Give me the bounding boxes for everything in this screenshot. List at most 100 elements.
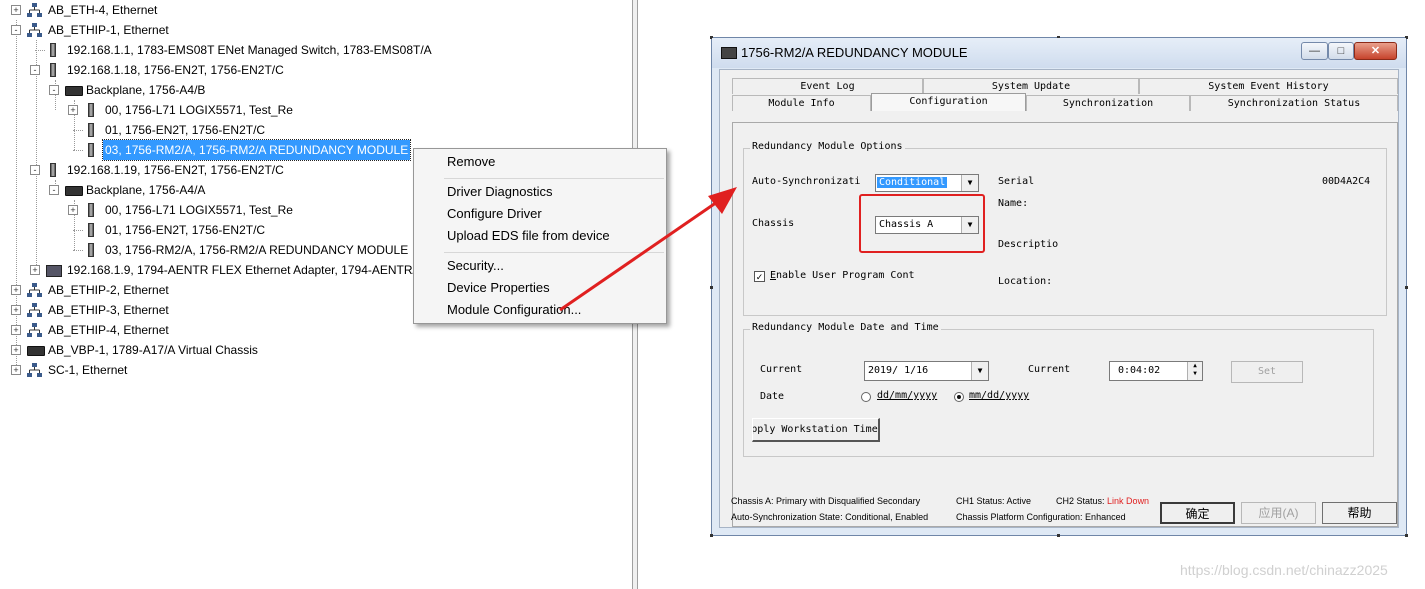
tab-configuration[interactable]: Configuration <box>871 93 1026 111</box>
tree-item[interactable]: 192.168.1.1, 1783-EMS08T ENet Managed Sw… <box>0 40 630 60</box>
tree-guide <box>35 50 45 51</box>
tab-event-log[interactable]: Event Log <box>732 78 923 94</box>
expand-icon[interactable]: + <box>11 305 21 315</box>
current-time-value: 0:04:02 <box>1118 365 1161 376</box>
help-button[interactable]: 帮助 <box>1322 502 1397 524</box>
tab-synchronization[interactable]: Synchronization <box>1026 95 1190 111</box>
tree-item-label: SC-1, Ethernet <box>48 363 128 377</box>
tree-item[interactable]: 01, 1756-EN2T, 1756-EN2T/C <box>0 120 630 140</box>
backplane-chassis-icon <box>27 346 45 356</box>
tree-item-label: 01, 1756-EN2T, 1756-EN2T/C <box>105 123 266 137</box>
tree-item-label: AB_ETHIP-1, Ethernet <box>48 23 169 37</box>
platform-config: Chassis Platform Configuration: Enhanced <box>956 512 1126 522</box>
close-button[interactable]: ✕ <box>1354 42 1397 60</box>
apply-button[interactable]: 应用(A) <box>1241 502 1316 524</box>
expand-icon[interactable]: + <box>11 365 21 375</box>
tree-item[interactable]: +00, 1756-L71 LOGIX5571, Test_Re <box>0 100 630 120</box>
collapse-icon[interactable]: - <box>49 85 59 95</box>
expand-icon[interactable]: + <box>11 5 21 15</box>
ethernet-network-icon <box>27 363 42 383</box>
watermark: https://blog.csdn.net/chinazz2025 <box>1180 562 1388 578</box>
ok-button[interactable]: 确定 <box>1160 502 1235 524</box>
chevron-down-icon[interactable]: ▼ <box>971 362 988 380</box>
serial-value: 00D4A2C4 <box>1322 176 1371 187</box>
dialog-titlebar[interactable]: 1756-RM2/A REDUNDANCY MODULE — □ ✕ <box>712 38 1406 68</box>
date-time-group: Redundancy Module Date and Time Current … <box>743 322 1374 457</box>
tree-item-label: 192.168.1.19, 1756-EN2T, 1756-EN2T/C <box>67 163 284 177</box>
menu-separator <box>444 178 664 179</box>
expand-icon[interactable]: + <box>11 325 21 335</box>
menu-item-upload-eds[interactable]: Upload EDS file from device <box>447 225 610 247</box>
auto-sync-select[interactable]: Conditional ▼ <box>875 174 979 192</box>
maximize-button[interactable]: □ <box>1328 42 1354 60</box>
module-device-icon <box>88 143 94 157</box>
adapter-icon <box>46 265 62 277</box>
spinner-arrows-icon[interactable]: ▲ ▼ <box>1187 362 1202 380</box>
description-label: Descriptio <box>998 239 1059 250</box>
backplane-chassis-icon <box>65 86 83 96</box>
menu-item-security[interactable]: Security... <box>447 255 504 277</box>
tab-synchronization-status[interactable]: Synchronization Status <box>1190 95 1398 111</box>
redundancy-module-dialog: 1756-RM2/A REDUNDANCY MODULE — □ ✕ Event… <box>710 36 1408 537</box>
expand-icon[interactable]: + <box>11 285 21 295</box>
close-icon: ✕ <box>1370 45 1381 57</box>
tree-item-label: AB_ETHIP-2, Ethernet <box>48 283 169 297</box>
menu-item-configure-driver[interactable]: Configure Driver <box>447 203 542 225</box>
tree-item-label: AB_ETHIP-3, Ethernet <box>48 303 169 317</box>
tree-item[interactable]: + AB_ETH-4, Ethernet <box>0 0 630 20</box>
menu-item-remove[interactable]: Remove <box>447 151 495 173</box>
tab-system-event-history[interactable]: System Event History <box>1139 78 1398 94</box>
tree-item[interactable]: - AB_ETHIP-1, Ethernet <box>0 20 630 40</box>
tree-item-label: 192.168.1.18, 1756-EN2T, 1756-EN2T/C <box>67 63 284 77</box>
ch2-status-label: CH2 Status: <box>1056 496 1105 506</box>
auto-sync-label: Auto-Synchronizati <box>752 176 861 187</box>
tree-item-label: 03, 1756-RM2/A, 1756-RM2/A REDUNDANCY MO… <box>105 243 409 257</box>
tree-item[interactable]: + SC-1, Ethernet <box>0 360 630 380</box>
current-date-picker[interactable]: 2019/ 1/16 ▼ <box>864 361 989 381</box>
tab-system-update[interactable]: System Update <box>923 78 1139 94</box>
tree-item-label: 192.168.1.9, 1794-AENTR FLEX Ethernet Ad… <box>67 263 424 277</box>
minimize-button[interactable]: — <box>1301 42 1328 60</box>
set-button[interactable]: Set <box>1231 361 1303 383</box>
tab-module-info[interactable]: Module Info <box>732 95 871 111</box>
tree-guide <box>73 150 83 151</box>
chevron-down-icon[interactable]: ▼ <box>961 175 978 191</box>
ch1-status: CH1 Status: Active <box>956 496 1032 506</box>
enable-user-program-checkbox[interactable]: ✓ <box>754 271 765 282</box>
menu-item-driver-diagnostics[interactable]: Driver Diagnostics <box>447 181 552 203</box>
module-device-icon <box>88 243 94 257</box>
name-label: Name: <box>998 198 1029 209</box>
apply-workstation-time-button[interactable]: Apply Workstation Time <box>752 418 880 442</box>
tree-item[interactable]: - 192.168.1.18, 1756-EN2T, 1756-EN2T/C <box>0 60 630 80</box>
tree-item-label: 03, 1756-RM2/A, 1756-RM2/A REDUNDANCY MO… <box>101 139 412 161</box>
expand-icon[interactable]: + <box>68 105 78 115</box>
tree-item-label: AB_ETH-4, Ethernet <box>48 3 158 17</box>
date-format-dd-radio[interactable] <box>861 392 871 402</box>
expand-icon[interactable]: + <box>68 205 78 215</box>
menu-item-module-configuration[interactable]: Module Configuration... <box>447 299 581 321</box>
collapse-icon[interactable]: - <box>49 185 59 195</box>
collapse-icon[interactable]: - <box>11 25 21 35</box>
date-format-label: Date <box>760 391 785 402</box>
group-title: Redundancy Module Date and Time <box>750 322 941 333</box>
location-label: Location: <box>998 276 1053 287</box>
dialog-body: Event Log System Update System Event His… <box>719 69 1399 528</box>
module-device-icon <box>88 103 94 117</box>
collapse-icon[interactable]: - <box>30 165 40 175</box>
expand-icon[interactable]: + <box>30 265 40 275</box>
apply-workstation-time-label: Apply Workstation Time <box>752 424 878 435</box>
collapse-icon[interactable]: - <box>30 65 40 75</box>
ch2-status-value: Link Down <box>1107 496 1150 506</box>
tree-item-label: 01, 1756-EN2T, 1756-EN2T/C <box>105 223 266 237</box>
current-time-spinner[interactable]: 0:04:02 ▲ ▼ <box>1109 361 1203 381</box>
tree-item[interactable]: - Backplane, 1756-A4/B <box>0 80 630 100</box>
highlight-box <box>859 194 985 253</box>
tree-item-label: AB_VBP-1, 1789-A17/A Virtual Chassis <box>48 343 258 357</box>
current-date-label: Current <box>760 364 803 375</box>
tree-item[interactable]: + AB_VBP-1, 1789-A17/A Virtual Chassis <box>0 340 630 360</box>
menu-item-device-properties[interactable]: Device Properties <box>447 277 550 299</box>
expand-icon[interactable]: + <box>11 345 21 355</box>
dialog-title: 1756-RM2/A REDUNDANCY MODULE <box>741 45 968 60</box>
backplane-chassis-icon <box>65 186 83 196</box>
date-format-mm-radio[interactable] <box>954 392 964 402</box>
